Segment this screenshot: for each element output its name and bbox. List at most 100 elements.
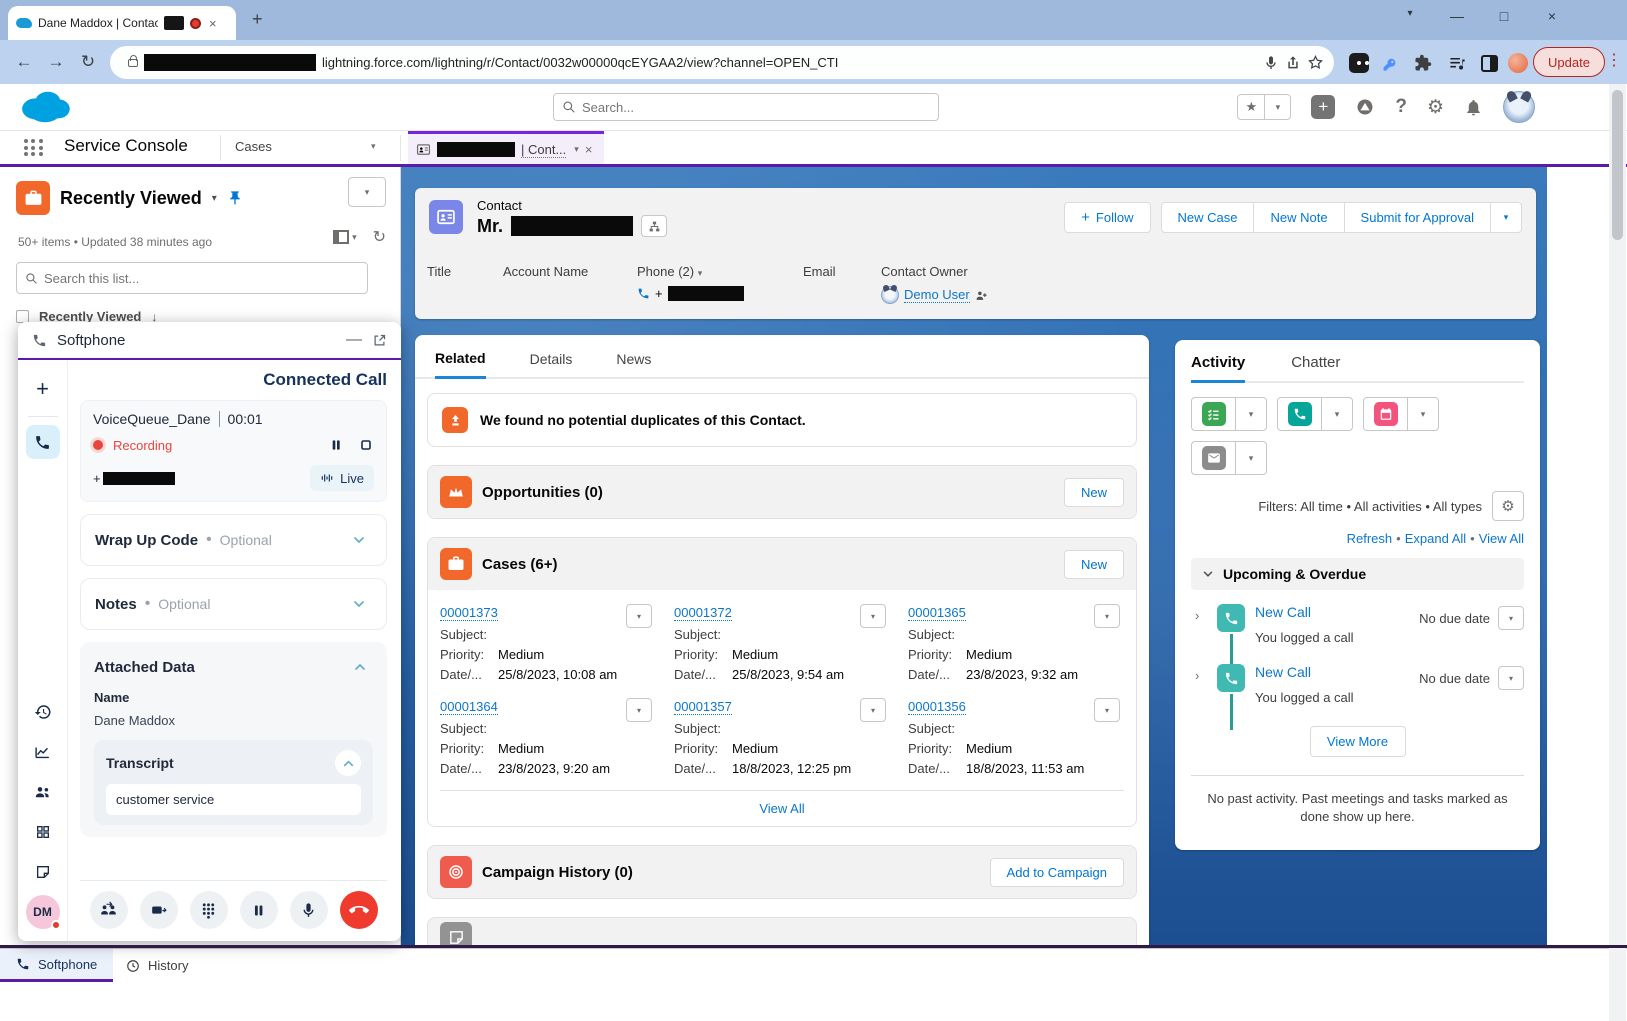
expand-chevron-icon[interactable]: [346, 527, 372, 553]
campaign-history-title[interactable]: Campaign History (0): [482, 864, 980, 881]
case-actions-dropdown[interactable]: ▾: [626, 604, 652, 628]
email-button[interactable]: [1192, 442, 1236, 474]
dialpad-button[interactable]: [190, 891, 228, 929]
notes-section[interactable]: Notes • Optional: [80, 578, 387, 630]
browser-menu-icon[interactable]: ⋮: [1606, 50, 1622, 70]
agents-icon[interactable]: [26, 775, 60, 809]
follow-button[interactable]: +Follow: [1064, 202, 1150, 233]
new-tab-button[interactable]: +: [252, 9, 263, 30]
list-view-title[interactable]: Recently Viewed: [60, 188, 202, 209]
expand-all-link[interactable]: Expand All: [1405, 531, 1466, 546]
submit-for-approval-button[interactable]: Submit for Approval: [1344, 202, 1490, 233]
opportunities-title[interactable]: Opportunities (0): [482, 484, 1054, 501]
extensions-puzzle-icon[interactable]: [1410, 50, 1436, 76]
collapse-chevron-icon[interactable]: [335, 750, 361, 776]
call-history-icon[interactable]: [26, 695, 60, 729]
owner-link[interactable]: Demo User: [904, 287, 970, 303]
cases-dropdown-icon[interactable]: ▾: [371, 141, 376, 152]
active-call-phone-icon[interactable]: [26, 425, 60, 459]
phone-value[interactable]: +: [637, 286, 744, 301]
log-call-button[interactable]: [1278, 398, 1322, 430]
expand-chevron-icon[interactable]: [346, 591, 372, 617]
app-launcher-icon[interactable]: [24, 139, 44, 157]
favorite-star-icon[interactable]: ★: [1238, 95, 1264, 119]
list-view-dropdown-icon[interactable]: ▾: [212, 193, 217, 204]
share-icon[interactable]: [1285, 55, 1301, 71]
view-all-link[interactable]: View All: [1479, 531, 1524, 546]
tab-activity[interactable]: Activity: [1191, 354, 1245, 383]
case-number-link[interactable]: 00001357: [674, 699, 732, 715]
collapse-chevron-icon[interactable]: [347, 654, 373, 680]
chrome-update-button[interactable]: Update: [1533, 47, 1605, 77]
notifications-bell-icon[interactable]: [1464, 98, 1483, 117]
case-number-link[interactable]: 00001373: [440, 605, 498, 621]
cases-title[interactable]: Cases (6+): [482, 556, 1054, 573]
end-call-button[interactable]: [340, 891, 378, 929]
task-title-link[interactable]: New Call: [1255, 604, 1311, 620]
utility-softphone-tab[interactable]: Softphone: [0, 949, 113, 982]
new-opportunity-button[interactable]: New: [1064, 478, 1124, 507]
case-number-link[interactable]: 00001364: [440, 699, 498, 715]
case-number-link[interactable]: 00001356: [908, 699, 966, 715]
upcoming-overdue-header[interactable]: Upcoming & Overdue: [1191, 558, 1524, 590]
live-transcription-badge[interactable]: Live: [310, 465, 374, 491]
email-dropdown-icon[interactable]: ▾: [1236, 442, 1266, 474]
refresh-link[interactable]: Refresh: [1347, 531, 1393, 546]
popout-icon[interactable]: [372, 333, 387, 348]
task-title-link[interactable]: New Call: [1255, 664, 1311, 680]
window-close-button[interactable]: ×: [1537, 8, 1567, 24]
view-hierarchy-button[interactable]: [641, 215, 667, 237]
case-number-link[interactable]: 00001365: [908, 605, 966, 621]
new-case-button[interactable]: New: [1064, 550, 1124, 579]
favorites-dropdown-icon[interactable]: ▾: [1264, 95, 1290, 119]
window-minimize-button[interactable]: —: [1442, 8, 1472, 24]
display-as-icon[interactable]: ▾: [333, 230, 357, 244]
expand-chevron-icon[interactable]: ›: [1195, 608, 1199, 623]
address-bar[interactable]: lightning.force.com/lightning/r/Contact/…: [110, 46, 1334, 79]
new-task-button[interactable]: [1192, 398, 1236, 430]
wrap-up-code-section[interactable]: Wrap Up Code • Optional: [80, 514, 387, 566]
add-to-campaign-button[interactable]: Add to Campaign: [990, 858, 1124, 887]
tab-search-icon[interactable]: ▾: [1395, 8, 1425, 19]
list-actions-button[interactable]: ▾: [348, 177, 386, 207]
tab-details[interactable]: Details: [530, 351, 573, 377]
refresh-list-icon[interactable]: ↻: [373, 227, 386, 247]
mute-mic-button[interactable]: [290, 891, 328, 929]
reload-button[interactable]: ↻: [72, 52, 104, 72]
phone-dropdown-icon[interactable]: ▾: [698, 268, 703, 278]
page-scrollbar[interactable]: [1609, 84, 1626, 1021]
side-panel-icon[interactable]: [1476, 50, 1502, 76]
apps-grid-icon[interactable]: [26, 815, 60, 849]
case-actions-dropdown[interactable]: ▾: [860, 698, 886, 722]
hold-call-button[interactable]: [240, 891, 278, 929]
activity-settings-gear-icon[interactable]: ⚙: [1492, 491, 1524, 521]
workspace-tab-contact[interactable]: | Cont... ▾ ×: [408, 131, 604, 165]
tab-close-icon[interactable]: ×: [209, 16, 217, 31]
extension-key-icon[interactable]: [1378, 50, 1404, 76]
global-actions-icon[interactable]: +: [1311, 95, 1335, 119]
new-event-button[interactable]: [1364, 398, 1408, 430]
minimize-icon[interactable]: —: [346, 331, 362, 349]
list-search-input[interactable]: [44, 271, 359, 286]
global-search[interactable]: [553, 93, 939, 121]
new-note-button[interactable]: New Note: [1253, 202, 1343, 233]
favorites-button[interactable]: ★ ▾: [1237, 94, 1291, 120]
tab-dropdown-icon[interactable]: ▾: [574, 144, 579, 155]
task-actions-dropdown[interactable]: ▾: [1498, 606, 1524, 630]
analytics-icon[interactable]: [26, 735, 60, 769]
pin-icon[interactable]: [227, 190, 243, 206]
notes-icon[interactable]: [26, 855, 60, 889]
window-maximize-button[interactable]: □: [1489, 8, 1519, 24]
transfer-call-button[interactable]: [90, 891, 128, 929]
change-owner-icon[interactable]: [975, 289, 988, 302]
tab-chatter[interactable]: Chatter: [1291, 354, 1340, 381]
stop-recording-icon[interactable]: [358, 437, 374, 453]
view-more-button[interactable]: View More: [1310, 726, 1406, 757]
help-icon[interactable]: ?: [1395, 96, 1407, 118]
case-actions-dropdown[interactable]: ▾: [1094, 604, 1120, 628]
switch-device-button[interactable]: [140, 891, 178, 929]
list-search[interactable]: [16, 262, 368, 294]
agent-avatar[interactable]: DM: [26, 895, 60, 929]
pause-recording-icon[interactable]: [328, 437, 344, 453]
tab-news[interactable]: News: [616, 351, 651, 377]
